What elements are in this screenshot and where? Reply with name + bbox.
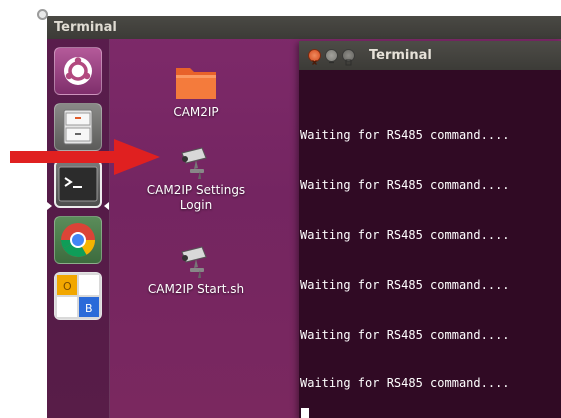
desktop-icon-label-line2: Login (179, 198, 213, 212)
svg-text:B: B (85, 302, 93, 315)
terminal-line: Waiting for RS485 command.... (300, 278, 510, 292)
minimize-button[interactable] (325, 49, 338, 64)
maximize-button[interactable] (342, 49, 355, 66)
launcher-office-button[interactable]: O B (54, 272, 102, 320)
desktop-icon-label-line1: CAM2IP Settings (146, 183, 246, 197)
security-camera-icon (181, 147, 207, 179)
terminal-line: Waiting for RS485 command.... (300, 228, 510, 242)
terminal-line: Waiting for RS485 command.... (300, 128, 510, 142)
minimize-icon (329, 61, 334, 64)
close-icon (312, 60, 317, 65)
chrome-icon (61, 223, 95, 257)
security-camera-icon (181, 246, 207, 278)
terminal-cursor (301, 408, 309, 418)
terminal-output[interactable]: Waiting for RS485 command.... Waiting fo… (299, 70, 561, 418)
window-title: Terminal (369, 48, 432, 63)
terminal-line: Waiting for RS485 command.... (300, 178, 510, 192)
folder-icon (176, 68, 216, 99)
launcher: O B (47, 39, 110, 418)
launcher-chrome-button[interactable] (54, 216, 102, 264)
desktop-icon-cam2ip-folder[interactable]: CAM2IP (156, 62, 236, 120)
terminal-line: Waiting for RS485 command.... (300, 328, 510, 342)
active-app-title: Terminal (54, 20, 117, 35)
ubuntu-logo-icon (64, 57, 92, 85)
desktop-icon-label: CAM2IP (173, 105, 219, 119)
hot-corner-indicator (37, 9, 48, 20)
terminal-titlebar[interactable]: Terminal (299, 41, 561, 70)
terminal-running-indicator (47, 202, 52, 210)
launcher-dash-button[interactable] (54, 47, 102, 95)
desktop-icon-label: CAM2IP Start.sh (147, 282, 245, 296)
top-panel: Terminal (47, 16, 561, 39)
close-button[interactable] (308, 49, 321, 65)
desktop: Terminal O B CAM2IP CAM2IP Settings Logi… (47, 16, 561, 418)
office-suite-icon: O B (57, 275, 99, 317)
red-pointer-arrow (10, 139, 160, 175)
svg-text:O: O (63, 280, 72, 293)
terminal-focus-indicator (104, 202, 109, 210)
terminal-line: Waiting for RS485 command.... (300, 376, 510, 390)
terminal-window[interactable]: Terminal Waiting for RS485 command.... W… (299, 41, 561, 418)
maximize-icon (345, 59, 352, 66)
desktop-icon-cam2ip-start[interactable]: CAM2IP Start.sh (136, 243, 256, 297)
